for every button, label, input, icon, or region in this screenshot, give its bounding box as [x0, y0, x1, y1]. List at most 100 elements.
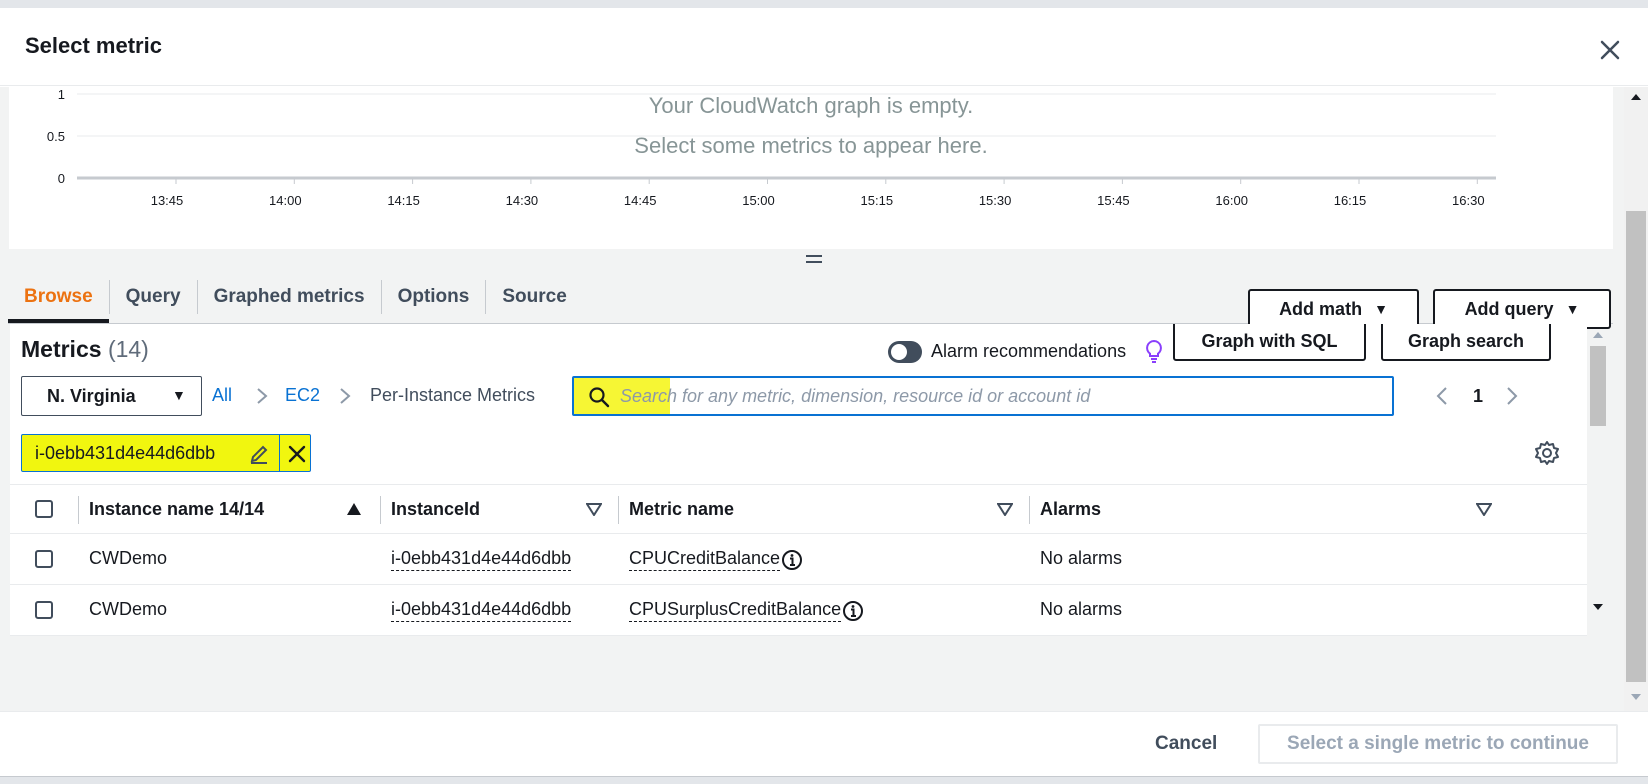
sort-icon[interactable] — [1476, 502, 1492, 516]
tab-browse[interactable]: Browse — [8, 271, 109, 323]
cell-instance-id[interactable]: i-0ebb431d4e44d6dbb — [391, 599, 572, 622]
tab-graphed-metrics[interactable]: Graphed metrics — [198, 271, 381, 323]
lightbulb-icon[interactable] — [1144, 339, 1164, 363]
modal-header: Select metric — [0, 8, 1648, 86]
column-instance-name[interactable]: Instance name 14/14 — [89, 499, 264, 520]
cell-alarms: No alarms — [1040, 548, 1123, 568]
tab-bar: Browse Query Graphed metrics Options Sou… — [8, 271, 583, 323]
breadcrumb-all[interactable]: All — [212, 385, 232, 406]
graph-empty-title: Your CloudWatch graph is empty. — [648, 93, 974, 118]
scroll-up-icon[interactable] — [1624, 87, 1648, 107]
column-alarms[interactable]: Alarms — [1040, 499, 1101, 520]
token-divider — [279, 435, 280, 471]
region-value: N. Virginia — [47, 385, 136, 406]
metrics-heading: Metrics (14) — [21, 336, 149, 363]
select-all-checkbox[interactable] — [35, 500, 53, 518]
x-tick-label: 16:00 — [1215, 193, 1248, 208]
x-tick-label: 16:15 — [1334, 193, 1367, 208]
cell-alarms: No alarms — [1040, 599, 1123, 619]
metrics-count: (14) — [107, 336, 149, 362]
filter-token: i-0ebb431d4e44d6dbb — [21, 434, 311, 472]
page-number[interactable]: 1 — [1473, 386, 1483, 407]
table-row[interactable]: CWDemo i-0ebb431d4e44d6dbb CPUSurplusCre… — [10, 585, 1587, 636]
sort-icon[interactable] — [586, 502, 602, 516]
x-tick-label: 15:00 — [742, 193, 775, 208]
graph-panel: 1 0.5 0 13:45 14:00 14:15 14:30 14:45 15:00 15:1… — [9, 87, 1613, 249]
info-icon[interactable] — [781, 549, 803, 571]
column-divider — [78, 496, 79, 524]
cell-instance-name: CWDemo — [89, 599, 168, 619]
graph-with-sql-button[interactable]: Graph with SQL — [1173, 324, 1366, 361]
x-tick-label: 15:45 — [1097, 193, 1130, 208]
cell-instance-name: CWDemo — [89, 548, 168, 568]
metric-search-input[interactable] — [620, 380, 1380, 412]
x-tick-label: 14:45 — [624, 193, 657, 208]
cancel-button[interactable]: Cancel — [1155, 733, 1217, 755]
chevron-right-icon[interactable] — [1504, 385, 1520, 407]
modal-footer: Cancel Select a single metric to continu… — [0, 711, 1648, 776]
continue-button[interactable]: Select a single metric to continue — [1258, 724, 1618, 764]
breadcrumb-current: Per-Instance Metrics — [370, 385, 536, 405]
tab-source[interactable]: Source — [486, 271, 582, 323]
table-header: Instance name 14/14 InstanceId Metric na… — [10, 484, 1587, 534]
close-icon[interactable] — [1596, 36, 1624, 64]
metrics-panel: Metrics (14) Alarm recommendations Graph… — [10, 324, 1587, 636]
x-tick-label: 14:00 — [269, 193, 302, 208]
chevron-right-icon — [340, 388, 351, 404]
graph-search-label: Graph search — [1407, 330, 1525, 351]
row-checkbox[interactable] — [35, 601, 53, 619]
caret-down-icon: ▼ — [1374, 301, 1388, 317]
modal-scrollbar[interactable] — [1624, 87, 1648, 711]
metric-search-box — [572, 376, 1394, 416]
cell-metric-name[interactable]: CPUSurplusCreditBalance — [629, 599, 842, 622]
table-row[interactable]: CWDemo i-0ebb431d4e44d6dbb CPUCreditBala… — [10, 534, 1587, 585]
column-divider — [1029, 496, 1030, 524]
row-checkbox[interactable] — [35, 550, 53, 568]
column-metric-name[interactable]: Metric name — [629, 499, 734, 520]
region-select[interactable]: N. Virginia ▼ — [21, 376, 202, 416]
breadcrumb-ec2[interactable]: EC2 — [285, 385, 320, 406]
tab-options[interactable]: Options — [382, 271, 486, 323]
info-icon[interactable] — [842, 600, 864, 622]
x-tick-label: 14:15 — [387, 193, 420, 208]
x-tick-label: 15:15 — [861, 193, 894, 208]
graph-search-button[interactable]: Graph search — [1381, 324, 1551, 361]
sort-icon[interactable] — [997, 502, 1013, 516]
metrics-table: Instance name 14/14 InstanceId Metric na… — [10, 484, 1587, 636]
cell-metric-name[interactable]: CPUCreditBalance — [629, 548, 781, 571]
background-strip — [0, 776, 1648, 784]
resize-handle-icon[interactable] — [804, 251, 824, 267]
graph-with-sql-label: Graph with SQL — [1201, 330, 1338, 351]
alarm-recommendations-label: Alarm recommendations — [931, 341, 1127, 361]
scrollbar-thumb[interactable] — [1626, 211, 1646, 682]
cell-instance-id[interactable]: i-0ebb431d4e44d6dbb — [391, 548, 572, 571]
close-icon[interactable] — [286, 443, 308, 465]
add-math-button[interactable]: Add math ▼ — [1248, 289, 1419, 329]
search-icon — [589, 387, 610, 408]
column-instance-id[interactable]: InstanceId — [391, 499, 480, 520]
column-divider — [618, 496, 619, 524]
x-tick-label: 16:30 — [1452, 193, 1485, 208]
alarm-recommendations-toggle[interactable] — [888, 341, 922, 363]
chevron-left-icon[interactable] — [1434, 385, 1450, 407]
table-scrollbar[interactable] — [1588, 324, 1608, 636]
modal-content: 1 0.5 0 13:45 14:00 14:15 14:30 14:45 15:00 15:1… — [0, 87, 1624, 711]
pencil-icon[interactable] — [248, 443, 270, 465]
toggle-knob — [891, 344, 907, 360]
x-tick-label: 15:30 — [979, 193, 1012, 208]
chevron-right-icon — [257, 388, 268, 404]
continue-label: Select a single metric to continue — [1287, 733, 1589, 754]
scroll-down-icon[interactable] — [1624, 687, 1648, 707]
tab-query[interactable]: Query — [110, 271, 197, 323]
gear-icon[interactable] — [1534, 440, 1560, 466]
add-query-button[interactable]: Add query ▼ — [1433, 289, 1611, 329]
x-tick-label: 13:45 — [151, 193, 184, 208]
metrics-title: Metrics — [21, 336, 102, 362]
column-divider — [380, 496, 381, 524]
sort-ascending-icon[interactable] — [346, 502, 362, 516]
modal-title: Select metric — [25, 33, 162, 58]
graph-empty-hint: Select some metrics to appear here. — [634, 133, 988, 158]
caret-down-icon: ▼ — [1565, 301, 1580, 317]
add-query-label: Add query — [1464, 298, 1554, 319]
y-tick-label: 0 — [58, 171, 65, 186]
